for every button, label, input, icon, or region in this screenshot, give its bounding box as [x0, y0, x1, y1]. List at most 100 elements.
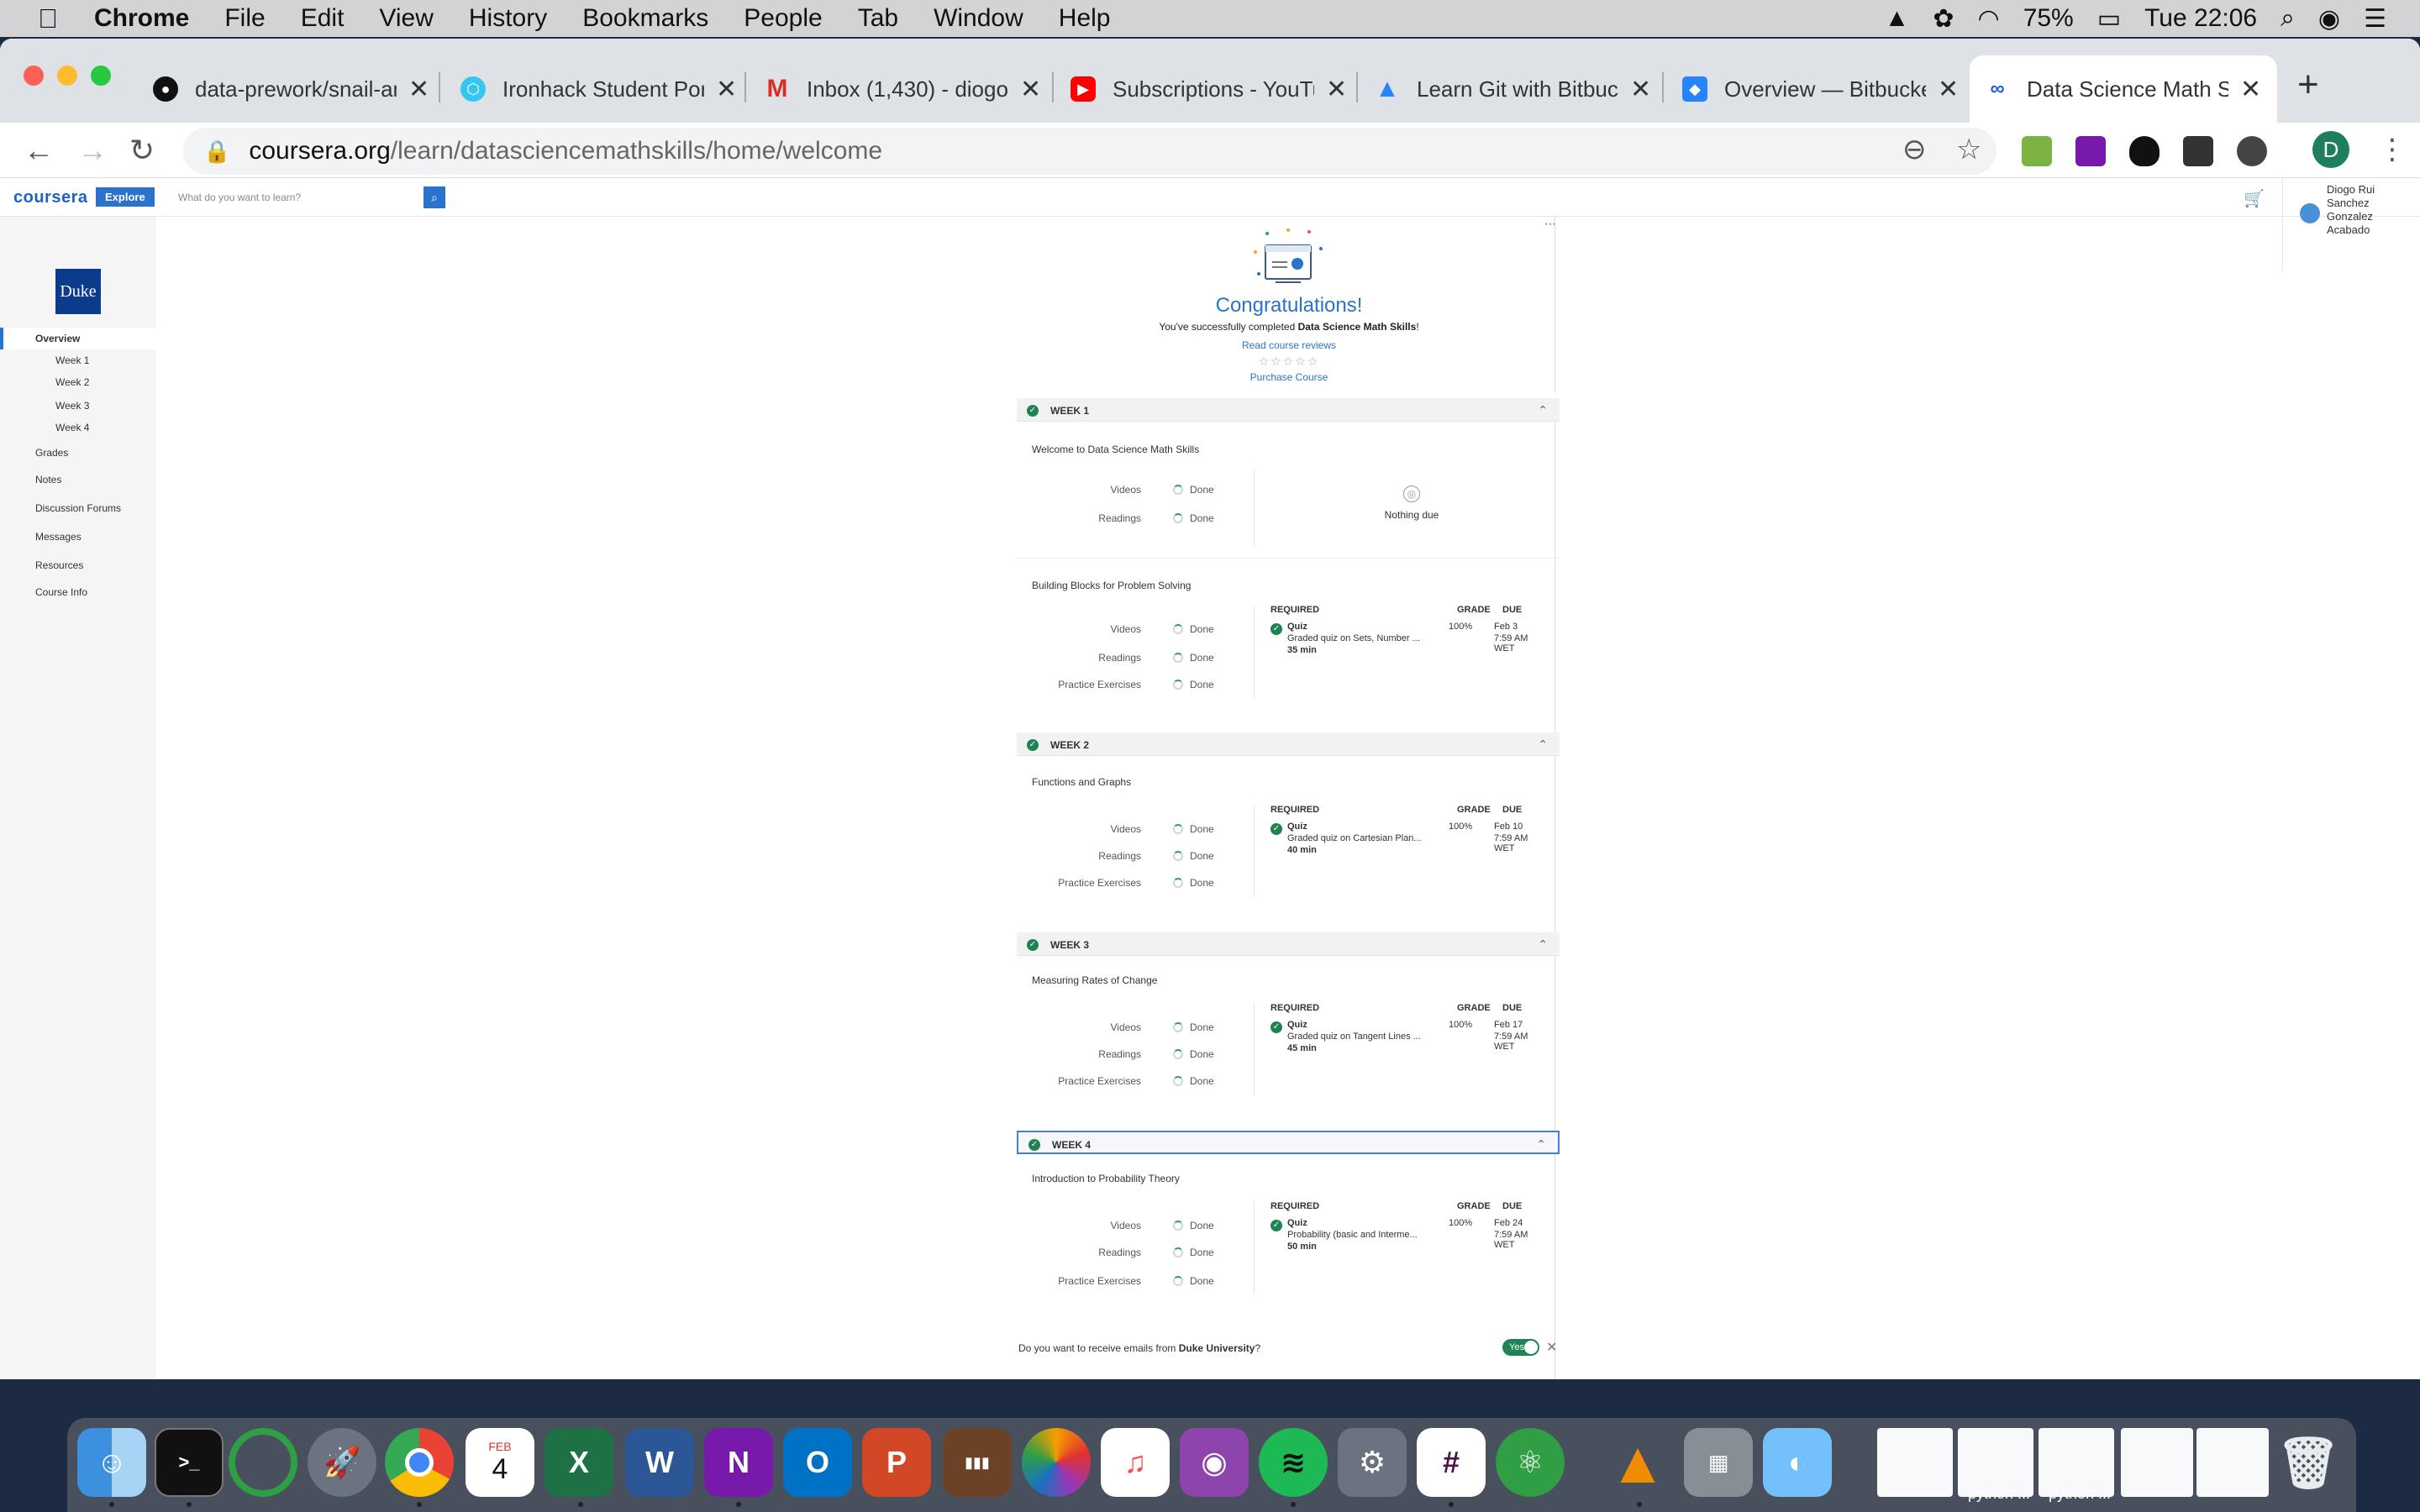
lock-icon[interactable]: 🔒 — [203, 139, 230, 165]
sidebar-item-messages[interactable]: Messages — [35, 531, 82, 543]
rating-stars[interactable]: ☆☆☆☆☆ — [1017, 354, 1561, 369]
zoom-icon[interactable]: ⊖ — [1902, 133, 1927, 166]
close-tab-icon[interactable]: ✕ — [716, 75, 737, 104]
outlook-icon[interactable]: O — [783, 1428, 852, 1497]
close-window-button[interactable] — [24, 66, 44, 86]
profile-avatar[interactable]: D — [2312, 131, 2349, 168]
preview-icon[interactable]: ◐ — [1763, 1428, 1832, 1497]
incognito-extension-icon[interactable] — [2237, 136, 2267, 166]
search-input[interactable]: What do you want to learn? — [173, 186, 442, 208]
window-thumbnail-icon[interactable] — [2196, 1428, 2269, 1497]
user-menu[interactable]: Diogo Rui Sanchez Gonzalez Acabado — [2282, 178, 2420, 270]
spotlight-icon[interactable]: ⌕ — [2281, 4, 2295, 33]
battery-percent[interactable]: 75% — [2023, 4, 2074, 33]
word-icon[interactable]: W — [625, 1428, 694, 1497]
tab-youtube[interactable]: ▶ Subscriptions - YouTu ✕ — [1055, 55, 1362, 123]
sidebar-item-notes[interactable]: Notes — [35, 474, 61, 486]
explore-button[interactable]: Explore — [96, 187, 155, 207]
tab-atlassian[interactable]: ▲ Learn Git with Bitbuck ✕ — [1360, 55, 1666, 123]
purchase-course-link[interactable]: Purchase Course — [1017, 371, 1561, 383]
menu-app-name[interactable]: Chrome — [94, 4, 189, 33]
quiz-type[interactable]: Quiz — [1287, 1020, 1307, 1030]
sidebar-item-overview[interactable]: Overview — [0, 328, 156, 349]
finder-icon[interactable]: ☺ — [77, 1428, 146, 1497]
atom-icon[interactable]: ⚛ — [1496, 1428, 1565, 1497]
week-2-header[interactable]: ✓ WEEK 2 ⌃ — [1017, 732, 1560, 756]
close-email-prompt-icon[interactable]: ✕ — [1546, 1339, 1557, 1356]
sidebar-item-course-info[interactable]: Course Info — [35, 586, 87, 598]
notification-center-icon[interactable]: ☰ — [2364, 4, 2386, 34]
forward-button[interactable]: → — [77, 133, 108, 168]
menu-people[interactable]: People — [744, 4, 822, 33]
close-tab-icon[interactable]: ✕ — [1938, 75, 1959, 104]
menu-view[interactable]: View — [379, 4, 433, 33]
calibre-icon[interactable]: ▮▮▮ — [943, 1428, 1012, 1497]
read-reviews-link[interactable]: Read course reviews — [1017, 339, 1561, 351]
week-4-header[interactable]: ✓ WEEK 4 ⌃ — [1017, 1131, 1560, 1154]
chevron-up-icon[interactable]: ⌃ — [1536, 1137, 1546, 1152]
vlc-status-icon[interactable]: ▲ — [1885, 4, 1910, 33]
photos-icon[interactable] — [1022, 1428, 1091, 1497]
quiz-type[interactable]: Quiz — [1287, 1218, 1307, 1228]
chevron-up-icon[interactable]: ⌃ — [1538, 403, 1548, 417]
close-tab-icon[interactable]: ✕ — [1630, 75, 1651, 104]
powerpoint-icon[interactable]: P — [862, 1428, 931, 1497]
reload-button[interactable]: ↻ — [129, 133, 155, 168]
email-toggle[interactable]: Yes — [1502, 1339, 1539, 1356]
quiz-name[interactable]: Graded quiz on Tangent Lines ... — [1287, 1032, 1421, 1042]
music-icon[interactable]: ♫ — [1101, 1428, 1170, 1497]
module-title[interactable]: Introduction to Probability Theory — [1032, 1173, 1180, 1184]
sidebar-item-grades[interactable]: Grades — [35, 447, 68, 459]
close-tab-icon[interactable]: ✕ — [1020, 75, 1041, 104]
address-bar[interactable]: 🔒 coursera.org/learn/datasciencemathskil… — [183, 128, 1996, 175]
menu-bookmarks[interactable]: Bookmarks — [582, 4, 708, 33]
close-tab-icon[interactable]: ✕ — [2240, 75, 2261, 104]
trash-icon[interactable]: 🗑 — [2274, 1428, 2343, 1497]
excel-icon[interactable]: X — [544, 1428, 613, 1497]
module-title[interactable]: Welcome to Data Science Math Skills — [1032, 444, 1199, 455]
spotify-icon[interactable]: ≋ — [1259, 1428, 1328, 1497]
menu-window[interactable]: Window — [934, 4, 1023, 33]
tab-bitbucket[interactable]: ◆ Overview — Bitbucket ✕ — [1667, 55, 1974, 123]
quiz-type[interactable]: Quiz — [1287, 622, 1307, 632]
close-tab-icon[interactable]: ✕ — [1326, 75, 1347, 104]
quiz-name[interactable]: Graded quiz on Cartesian Plan... — [1287, 833, 1422, 843]
terminal-icon[interactable]: >_ — [155, 1428, 224, 1497]
zoom-window-button[interactable] — [91, 66, 111, 86]
close-tab-icon[interactable]: ✕ — [408, 75, 429, 104]
new-tab-button[interactable]: + — [2297, 64, 2319, 106]
activity-ring-icon[interactable] — [229, 1428, 297, 1497]
menu-tab[interactable]: Tab — [858, 4, 898, 33]
onenote-icon[interactable]: N — [704, 1428, 773, 1497]
chrome-menu-icon[interactable]: ⋮ — [2378, 133, 2407, 166]
sidebar-item-week-4[interactable]: Week 4 — [55, 422, 89, 433]
onenote-clipper-icon[interactable] — [2075, 136, 2106, 166]
launchpad-icon[interactable]: 🚀 — [308, 1428, 376, 1497]
quiz-name[interactable]: Graded quiz on Sets, Number ... — [1287, 633, 1420, 643]
apple-menu-icon[interactable]:  — [35, 3, 60, 34]
wifi-icon[interactable]: ◠ — [1978, 4, 2000, 34]
quiz-type[interactable]: Quiz — [1287, 822, 1307, 832]
tab-coursera-active[interactable]: ∞ Data Science Math Sk ✕ — [1970, 55, 2277, 123]
calendar-icon[interactable]: FEB 4 — [466, 1428, 534, 1497]
module-title[interactable]: Functions and Graphs — [1032, 776, 1131, 788]
download-extension-icon[interactable] — [2022, 136, 2052, 166]
menu-history[interactable]: History — [469, 4, 547, 33]
week-1-header[interactable]: ✓ WEEK 1 ⌃ — [1017, 398, 1560, 422]
chevron-up-icon[interactable]: ⌃ — [1538, 937, 1548, 952]
calculator-icon[interactable]: ▦ — [1684, 1428, 1753, 1497]
chrome-icon[interactable] — [385, 1428, 454, 1497]
search-button[interactable]: ⌕ — [424, 186, 445, 208]
minimize-window-button[interactable] — [57, 66, 77, 86]
menu-file[interactable]: File — [224, 4, 265, 33]
quiz-name[interactable]: Probability (basic and Interme... — [1287, 1230, 1418, 1240]
tab-ironhack[interactable]: ⬡ Ironhack Student Port ✕ — [445, 55, 752, 123]
slack-icon[interactable]: # — [1417, 1428, 1486, 1497]
coursera-logo[interactable]: coursera — [13, 188, 88, 207]
module-title[interactable]: Building Blocks for Problem Solving — [1032, 580, 1191, 591]
system-preferences-icon[interactable]: ⚙ — [1338, 1428, 1407, 1497]
cart-icon[interactable]: 🛒 — [2244, 188, 2265, 209]
box-extension-icon[interactable] — [2183, 136, 2213, 166]
battery-icon[interactable]: ▭ — [2097, 4, 2121, 34]
menu-help[interactable]: Help — [1059, 4, 1111, 33]
